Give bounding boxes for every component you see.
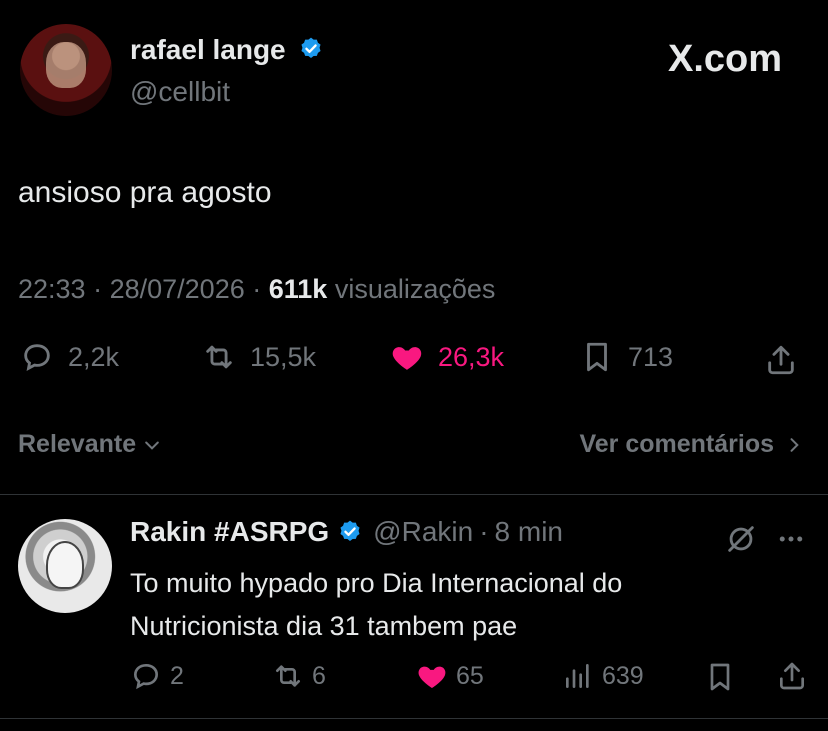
author-name-row[interactable]: rafael lange — [130, 34, 324, 66]
tweet-text: ansioso pra agosto — [18, 176, 272, 209]
share-button[interactable] — [764, 343, 798, 377]
tweet-views-label: visualizações — [334, 274, 496, 304]
reply-bookmark-icon[interactable] — [704, 661, 736, 693]
bookmark-icon — [587, 342, 607, 372]
verified-badge-icon — [301, 37, 321, 58]
reply-like-button[interactable]: 65 — [416, 660, 484, 692]
reply-reply-count: 2 — [170, 661, 184, 690]
chevron-right-icon — [790, 437, 799, 452]
reply-time[interactable]: 8 min — [495, 516, 563, 548]
views-icon — [566, 664, 589, 688]
see-comments-label: Ver comentários — [579, 430, 774, 458]
retweet-button[interactable]: 15,5k — [202, 340, 316, 374]
author-avatar[interactable] — [20, 24, 112, 116]
sort-label: Relevante — [18, 430, 137, 458]
tweet-date[interactable]: 28/07/2026 — [110, 274, 245, 304]
like-count: 26,3k — [438, 341, 505, 372]
retweet-count: 15,5k — [250, 341, 317, 372]
tweet-views-count: 611k — [268, 274, 328, 304]
heart-filled-icon — [392, 347, 422, 370]
see-comments-link[interactable]: Ver comentários — [579, 430, 804, 459]
reply-views-count: 639 — [602, 661, 644, 690]
reply-retweet-count: 6 — [312, 661, 326, 690]
reply-author-name[interactable]: Rakin #ASRPG — [130, 516, 329, 548]
reply-author-handle[interactable]: @Rakin — [373, 516, 473, 548]
reply-share-icon[interactable] — [776, 660, 808, 692]
tweet-time[interactable]: 22:33 — [18, 274, 86, 304]
verified-badge-icon — [340, 520, 360, 541]
reply-icon — [133, 663, 159, 690]
bookmark-count: 713 — [628, 341, 674, 372]
retweet-icon — [206, 345, 232, 369]
author-handle[interactable]: @cellbit — [130, 76, 230, 108]
reply-button[interactable]: 2,2k — [20, 340, 119, 374]
author-name[interactable]: rafael lange — [130, 34, 286, 65]
like-button[interactable]: 26,3k — [390, 340, 504, 374]
reply-reply-button[interactable]: 2 — [130, 660, 184, 692]
reply-views-button[interactable]: 639 — [562, 660, 644, 692]
tweet-meta: 22:33 · 28/07/2026 · 611k visualizações — [18, 274, 496, 304]
chevron-down-icon — [145, 441, 159, 450]
more-icon[interactable] — [776, 524, 806, 554]
reply-like-count: 65 — [456, 661, 484, 690]
reply-count: 2,2k — [68, 341, 120, 372]
reply-retweet-button[interactable]: 6 — [272, 660, 326, 692]
heart-filled-icon — [418, 666, 446, 688]
reply-header: Rakin #ASRPG @Rakin · 8 min — [130, 516, 563, 548]
divider — [0, 494, 828, 495]
reply-author-avatar[interactable] — [18, 519, 112, 613]
reply-icon — [24, 344, 50, 372]
retweet-icon — [276, 665, 300, 687]
divider — [0, 718, 828, 719]
reply-text: To muito hypado pro Dia Internacional do… — [130, 568, 623, 641]
x-brand-logo: X.com — [668, 38, 783, 80]
bookmark-button[interactable]: 713 — [580, 340, 673, 374]
share-icon — [768, 345, 794, 375]
grok-icon[interactable] — [724, 522, 758, 556]
sort-dropdown[interactable]: Relevante — [18, 430, 162, 459]
